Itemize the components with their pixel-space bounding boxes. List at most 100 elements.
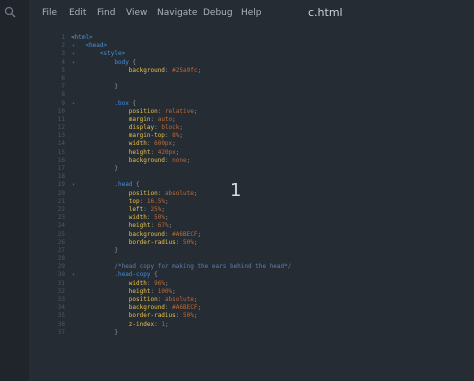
code-line: height: 420px;: [71, 149, 474, 157]
menu-find[interactable]: Find: [97, 8, 115, 18]
code-token: :: [157, 296, 165, 303]
menu-view[interactable]: View: [126, 8, 147, 18]
code-token: :: [157, 189, 165, 197]
code-token: ;: [161, 205, 165, 213]
code-token: block: [161, 124, 180, 132]
sidebar: [0, 0, 30, 381]
code-token: :: [157, 107, 165, 115]
code-token: ;: [197, 230, 202, 238]
code-token: ;: [164, 320, 169, 328]
code-line: margin-top: 8%;: [71, 132, 474, 140]
line-number: 17: [57, 165, 65, 172]
code-line: <style>: [71, 50, 474, 58]
code-line: <html>: [71, 34, 474, 42]
menu-navigate[interactable]: Navigate: [157, 8, 197, 18]
line-number: 9: [61, 99, 65, 107]
code-token: background: [128, 230, 165, 238]
line-number: 15: [57, 148, 65, 156]
code-line: border-radius: 50%;: [71, 239, 474, 247]
line-number: 25: [57, 230, 65, 238]
code-token: :: [175, 312, 183, 320]
menu-debug[interactable]: Debug: [203, 8, 233, 18]
editor-window: File Edit Find View Navigate Debug Help …: [0, 0, 474, 381]
code-line: }: [71, 83, 474, 91]
menu-help[interactable]: Help: [241, 8, 262, 18]
code-line: width: 96%;: [71, 280, 474, 288]
code-token: }: [71, 165, 118, 172]
line-number: 27: [57, 246, 65, 254]
line-number-gutter: 1 ▾ 2 ▾ 3 ▾ 4 ▾ 5 6 7 8 9 ▾ 10 11 12 13 14 15 16 17 18 19 ▾ 20 21 2…: [29, 34, 75, 337]
code-token: ;: [164, 197, 169, 205]
code-token: :: [146, 279, 155, 287]
code-token: height: [128, 148, 151, 156]
code-line: left: 25%;: [71, 206, 474, 214]
code-token: :: [150, 222, 158, 230]
code-area[interactable]: <html> <head> <style> body { background:…: [71, 34, 474, 337]
code-line: z-index: 1;: [71, 321, 474, 329]
code-token: 25%: [150, 205, 162, 213]
gutter-row: 3 ▾: [29, 50, 75, 58]
code-token: ;: [172, 287, 176, 295]
cursor-indicator: 1: [230, 180, 242, 201]
code-token: <style>: [99, 50, 126, 58]
code-token: absolute: [164, 296, 194, 303]
gutter-row: 4 ▾: [29, 58, 75, 67]
code-token: 67%: [157, 222, 169, 230]
code-token: margin: [128, 115, 151, 123]
code-token: position: [128, 189, 158, 197]
code-token: ;: [179, 124, 184, 132]
code-line: .head {: [71, 181, 474, 189]
code-token: ;: [179, 132, 184, 140]
code-line: background: #25a9fc;: [71, 67, 474, 75]
menu-bar: File Edit Find View Navigate Debug Help …: [29, 0, 474, 26]
code-line: position: absolute;: [71, 296, 474, 304]
code-editor[interactable]: 1 ▾ 2 ▾ 3 ▾ 4 ▾ 5 6 7 8 9 ▾ 10 11 12 13 14 15 16 17 18 19 ▾ 20 21 2…: [29, 26, 474, 381]
code-line: background: #A6BECF;: [71, 304, 474, 312]
code-token: ;: [193, 238, 198, 246]
search-icon[interactable]: [4, 6, 16, 18]
code-token: :: [146, 140, 155, 148]
code-token: :: [139, 197, 147, 205]
code-token: {: [128, 99, 137, 107]
line-number: 8: [61, 91, 65, 99]
code-token: 16.5%: [146, 197, 165, 205]
code-token: absolute: [164, 189, 194, 197]
code-token: }: [71, 246, 118, 254]
code-token: :: [150, 148, 158, 156]
code-token: background: [128, 156, 165, 164]
line-number: 4: [61, 58, 65, 66]
code-token: /*head copy for making the ears behind t…: [114, 263, 292, 271]
code-token: ;: [193, 312, 198, 320]
code-token: none: [172, 156, 187, 164]
code-token: display: [128, 124, 155, 132]
code-token: ;: [172, 140, 176, 148]
code-token: relative: [164, 107, 194, 115]
code-token: ;: [193, 189, 198, 197]
code-token: {: [128, 58, 137, 66]
code-token: height: [128, 222, 151, 230]
menu-edit[interactable]: Edit: [69, 8, 86, 18]
code-token: .head-copy: [114, 271, 151, 279]
code-line: .head-copy {: [71, 271, 474, 279]
gutter-row: 1 ▾: [29, 34, 75, 42]
line-number: 5: [61, 66, 65, 74]
menu-file[interactable]: File: [42, 8, 57, 18]
code-token: position: [128, 296, 158, 303]
line-number: 21: [57, 197, 65, 205]
code-token: 100%: [157, 287, 173, 295]
code-token: ;: [164, 214, 169, 222]
